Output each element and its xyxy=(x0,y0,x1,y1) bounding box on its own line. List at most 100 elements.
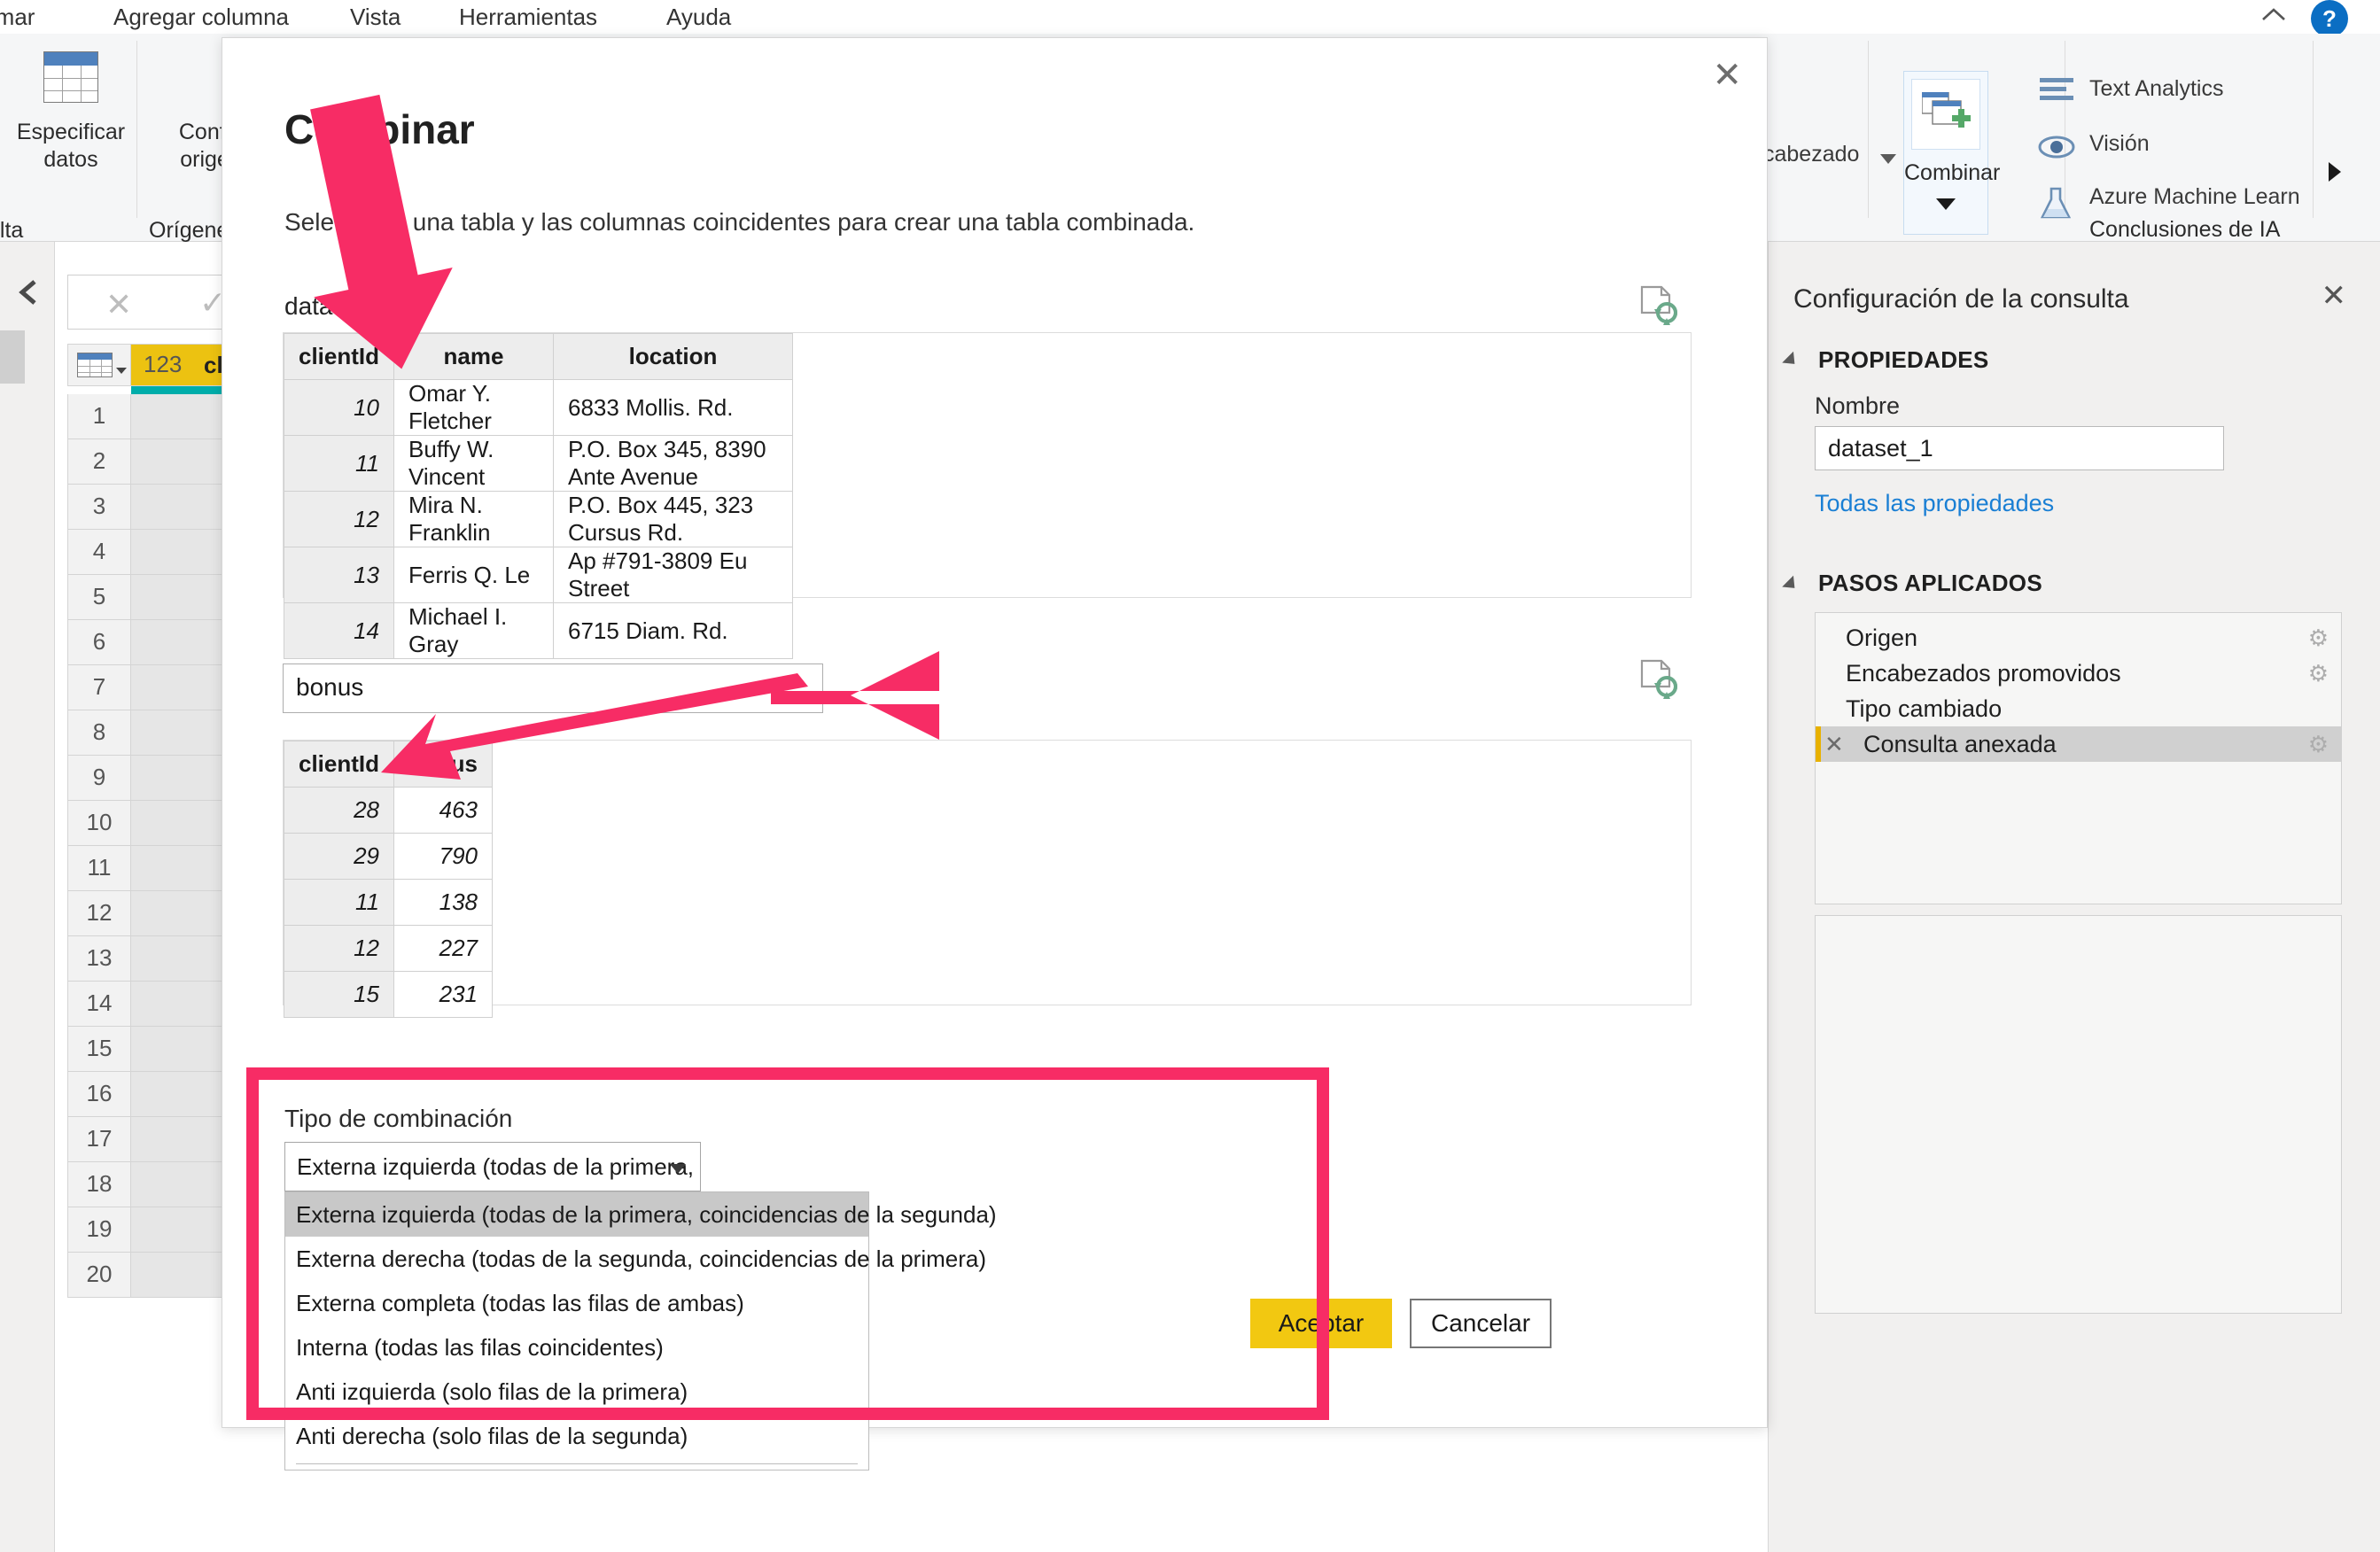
merge-type-option[interactable]: Anti izquierda (solo filas de la primera… xyxy=(285,1370,868,1414)
close-icon[interactable]: ✕ xyxy=(1712,58,1742,93)
query-name-input[interactable]: dataset_1 xyxy=(1815,426,2224,470)
especificar-datos-button[interactable]: Especificar datos xyxy=(9,51,133,174)
grid-row-number[interactable]: 3 xyxy=(67,485,131,530)
merge-type-dropdown-list[interactable]: Externa izquierda (todas de la primera, … xyxy=(284,1191,997,1471)
applied-step-item[interactable]: Tipo cambiado xyxy=(1816,691,2341,726)
tab-transformar[interactable]: rmar xyxy=(0,0,35,34)
chevron-down-icon[interactable] xyxy=(670,1164,686,1174)
combinar-ribbon-button[interactable]: Combinar xyxy=(1903,71,2000,235)
grid-row-number[interactable]: 17 xyxy=(67,1117,131,1162)
combine-table-icon xyxy=(1911,79,1980,150)
step-selected-indicator xyxy=(1816,726,1821,762)
grid-row-number[interactable]: 15 xyxy=(67,1027,131,1072)
grid-row-number[interactable]: 9 xyxy=(67,756,131,801)
ribbon-item-vision[interactable]: Visión xyxy=(2089,131,2150,157)
grid-row-number[interactable]: 12 xyxy=(67,891,131,936)
grid-row-number[interactable]: 16 xyxy=(67,1072,131,1117)
merge-type-option[interactable]: Externa derecha (todas de la segunda, co… xyxy=(285,1237,986,1281)
gear-icon[interactable]: ⚙ xyxy=(2308,662,2329,685)
grid-row-number[interactable]: 13 xyxy=(67,936,131,982)
grid-row-number[interactable]: 19 xyxy=(67,1207,131,1253)
all-properties-link[interactable]: Todas las propiedades xyxy=(1815,490,2054,517)
query-settings-pane: Configuración de la consulta ✕ PROPIEDAD… xyxy=(1768,242,2380,1552)
ribbon-group-label-consulta: ulta xyxy=(0,218,24,243)
column-header[interactable]: clientId xyxy=(283,741,395,788)
table-row[interactable]: 11 138 xyxy=(283,879,494,926)
table-cell: 13 xyxy=(283,547,395,603)
grid-row-number[interactable]: 18 xyxy=(67,1162,131,1207)
merge-type-selected-text: Externa izquierda (todas de la primera, … xyxy=(297,1153,700,1180)
table-header-row: clientId bonus xyxy=(283,741,494,788)
ribbon-item-azure-ml[interactable]: Azure Machine Learn xyxy=(2089,184,2300,210)
chevron-left-icon[interactable] xyxy=(14,277,44,315)
x-icon[interactable]: ✕ xyxy=(105,286,132,323)
grid-row-number[interactable]: 5 xyxy=(67,575,131,620)
grid-row-number[interactable]: 7 xyxy=(67,665,131,710)
cancelar-button[interactable]: Cancelar xyxy=(1410,1299,1552,1348)
grid-row-number[interactable]: 6 xyxy=(67,620,131,665)
merge-type-option[interactable]: Interna (todas las filas coincidentes) xyxy=(285,1325,868,1370)
tab-ayuda[interactable]: Ayuda xyxy=(666,0,731,34)
tab-agregar-columna[interactable]: Agregar columna xyxy=(113,0,289,34)
chevron-down-icon[interactable] xyxy=(1936,198,1956,210)
merge-type-option[interactable]: Anti derecha (solo filas de la segunda) xyxy=(285,1414,868,1458)
grid-row-number[interactable]: 14 xyxy=(67,982,131,1027)
especificar-datos-label-2: datos xyxy=(43,147,98,172)
merge-type-option[interactable]: Externa completa (todas las filas de amb… xyxy=(285,1281,868,1325)
tab-vista[interactable]: Vista xyxy=(350,0,401,34)
ribbon-item-text-analytics[interactable]: Text Analytics xyxy=(2089,76,2223,102)
table-row[interactable]: 13 Ferris Q. Le Ap #791-3809 Eu Street xyxy=(283,547,794,603)
help-icon[interactable]: ? xyxy=(2311,0,2348,37)
chevron-down-icon[interactable] xyxy=(116,368,127,374)
gear-icon[interactable]: ⚙ xyxy=(2308,733,2329,756)
table-row[interactable]: 12 Mira N. Franklin P.O. Box 445, 323 Curs… xyxy=(283,491,794,547)
grid-select-all-button[interactable] xyxy=(67,344,131,386)
table-cell: 12 xyxy=(283,491,395,547)
gear-icon[interactable]: ⚙ xyxy=(2308,626,2329,649)
table-cell: Michael I. Gray xyxy=(393,602,555,659)
table-row[interactable]: 14 Michael I. Gray 6715 Diam. Rd. xyxy=(283,602,794,659)
dialog-subtitle: Seleccione una tabla y las columnas coin… xyxy=(284,208,1195,236)
grid-row-number[interactable]: 4 xyxy=(67,530,131,575)
ribbon-divider xyxy=(1868,41,1869,218)
column-header[interactable]: bonus xyxy=(393,741,494,788)
grid-row-number[interactable]: 20 xyxy=(67,1253,131,1298)
table-row[interactable]: 28 463 xyxy=(283,787,494,834)
column-header[interactable]: location xyxy=(553,333,794,380)
merge-type-combobox[interactable]: Externa izquierda (todas de la primera, … xyxy=(284,1142,701,1191)
chevron-down-icon[interactable] xyxy=(1880,154,1896,164)
grid-row-number[interactable]: 11 xyxy=(67,846,131,891)
table-row[interactable]: 29 790 xyxy=(283,833,494,880)
applied-step-item[interactable]: ✕ Consulta anexada ⚙ xyxy=(1816,726,2341,762)
table-cell: 6833 Mollis. Rd. xyxy=(553,379,794,436)
aceptar-button[interactable]: Aceptar xyxy=(1250,1299,1392,1348)
table-row[interactable]: 10 Omar Y. Fletcher 6833 Mollis. Rd. xyxy=(283,379,794,436)
collapse-triangle-icon[interactable] xyxy=(1782,575,1801,594)
table-row[interactable]: 15 231 xyxy=(283,971,494,1018)
text-analytics-icon xyxy=(2040,76,2073,111)
grid-row-number[interactable]: 8 xyxy=(67,710,131,756)
grid-row-number[interactable]: 1 xyxy=(67,394,131,439)
page-refresh-icon[interactable] xyxy=(1638,284,1677,327)
grid-row-number[interactable]: 10 xyxy=(67,801,131,846)
column-header[interactable]: clientId xyxy=(283,333,395,380)
first-table-name: dataset_1 xyxy=(284,292,393,320)
table-row[interactable]: 11 Buffy W. Vincent P.O. Box 345, 8390 Ant… xyxy=(283,435,794,492)
merge-type-option[interactable]: Externa izquierda (todas de la primera, … xyxy=(285,1192,997,1237)
grid-row-number[interactable]: 2 xyxy=(67,439,131,485)
delete-step-icon[interactable]: ✕ xyxy=(1824,728,1844,760)
chevron-up-icon[interactable] xyxy=(2256,2,2291,35)
table-row[interactable]: 12 227 xyxy=(283,925,494,972)
page-refresh-icon[interactable] xyxy=(1638,658,1677,701)
dialog-title: Combinar xyxy=(284,106,475,152)
table-cell: Ap #791-3809 Eu Street xyxy=(553,547,794,603)
column-header[interactable]: name xyxy=(393,333,555,380)
applied-step-item[interactable]: Origen ⚙ xyxy=(1816,620,2341,656)
chevron-right-icon[interactable] xyxy=(2329,162,2341,182)
second-table-select-input[interactable]: bonus xyxy=(283,663,823,713)
tab-herramientas[interactable]: Herramientas xyxy=(459,0,597,34)
encabezado-dropdown-label[interactable]: cabezado xyxy=(1763,142,1859,167)
collapse-triangle-icon[interactable] xyxy=(1782,351,1801,370)
close-icon[interactable]: ✕ xyxy=(2322,281,2347,311)
applied-step-item[interactable]: Encabezados promovidos ⚙ xyxy=(1816,656,2341,691)
